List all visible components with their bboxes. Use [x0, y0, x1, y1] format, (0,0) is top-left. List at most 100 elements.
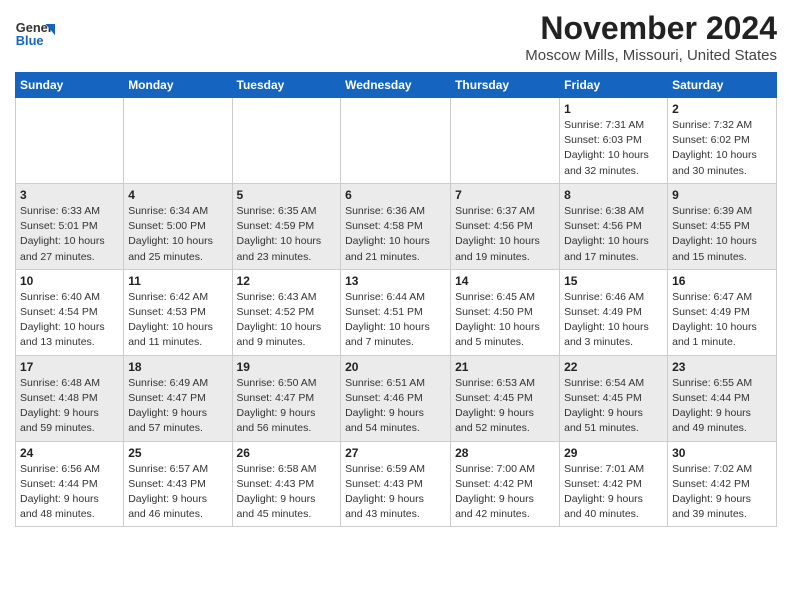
column-header-wednesday: Wednesday: [341, 73, 451, 98]
day-number: 26: [237, 446, 337, 460]
logo: General Blue: [15, 16, 55, 52]
day-number: 27: [345, 446, 446, 460]
calendar-cell: 19 Sunrise: 6:50 AMSunset: 4:47 PMDayligh…: [232, 355, 341, 441]
column-header-monday: Monday: [124, 73, 232, 98]
day-number: 12: [237, 274, 337, 288]
calendar-cell: 15 Sunrise: 6:46 AMSunset: 4:49 PMDayligh…: [560, 269, 668, 355]
calendar-cell: 30 Sunrise: 7:02 AMSunset: 4:42 PMDayligh…: [668, 441, 777, 527]
column-header-thursday: Thursday: [451, 73, 560, 98]
svg-text:Blue: Blue: [16, 33, 44, 48]
calendar-cell: 5 Sunrise: 6:35 AMSunset: 4:59 PMDaylight…: [232, 183, 341, 269]
day-info: Sunrise: 6:49 AMSunset: 4:47 PMDaylight:…: [128, 376, 227, 437]
day-number: 30: [672, 446, 772, 460]
calendar-cell: 11 Sunrise: 6:42 AMSunset: 4:53 PMDayligh…: [124, 269, 232, 355]
day-number: 15: [564, 274, 663, 288]
day-number: 28: [455, 446, 555, 460]
day-info: Sunrise: 6:55 AMSunset: 4:44 PMDaylight:…: [672, 376, 772, 437]
page-title: November 2024: [525, 10, 777, 47]
day-number: 11: [128, 274, 227, 288]
day-number: 21: [455, 360, 555, 374]
day-info: Sunrise: 6:50 AMSunset: 4:47 PMDaylight:…: [237, 376, 337, 437]
calendar-cell: [124, 98, 232, 184]
day-info: Sunrise: 6:59 AMSunset: 4:43 PMDaylight:…: [345, 462, 446, 523]
day-info: Sunrise: 6:37 AMSunset: 4:56 PMDaylight:…: [455, 204, 555, 265]
day-number: 23: [672, 360, 772, 374]
header-row: SundayMondayTuesdayWednesdayThursdayFrid…: [16, 73, 777, 98]
week-row-1: 1 Sunrise: 7:31 AMSunset: 6:03 PMDaylight…: [16, 98, 777, 184]
calendar-cell: [341, 98, 451, 184]
calendar-cell: 12 Sunrise: 6:43 AMSunset: 4:52 PMDayligh…: [232, 269, 341, 355]
column-header-friday: Friday: [560, 73, 668, 98]
day-info: Sunrise: 6:34 AMSunset: 5:00 PMDaylight:…: [128, 204, 227, 265]
day-info: Sunrise: 6:38 AMSunset: 4:56 PMDaylight:…: [564, 204, 663, 265]
day-number: 4: [128, 188, 227, 202]
calendar-cell: [16, 98, 124, 184]
calendar-cell: 6Sunrise: 6:36 AMSunset: 4:58 PMDaylight…: [341, 183, 451, 269]
day-info: Sunrise: 6:40 AMSunset: 4:54 PMDaylight:…: [20, 290, 119, 351]
day-number: 24: [20, 446, 119, 460]
column-header-tuesday: Tuesday: [232, 73, 341, 98]
calendar-cell: 25 Sunrise: 6:57 AMSunset: 4:43 PMDayligh…: [124, 441, 232, 527]
calendar-cell: 1 Sunrise: 7:31 AMSunset: 6:03 PMDaylight…: [560, 98, 668, 184]
calendar-cell: [451, 98, 560, 184]
day-info: Sunrise: 6:46 AMSunset: 4:49 PMDaylight:…: [564, 290, 663, 351]
calendar-cell: 29 Sunrise: 7:01 AMSunset: 4:42 PMDayligh…: [560, 441, 668, 527]
calendar-cell: 9 Sunrise: 6:39 AMSunset: 4:55 PMDaylight…: [668, 183, 777, 269]
calendar-body: 1 Sunrise: 7:31 AMSunset: 6:03 PMDaylight…: [16, 98, 777, 527]
title-block: November 2024 Moscow Mills, Missouri, Un…: [525, 10, 777, 64]
logo-icon: General Blue: [15, 16, 55, 52]
day-info: Sunrise: 6:47 AMSunset: 4:49 PMDaylight:…: [672, 290, 772, 351]
calendar-cell: 13Sunrise: 6:44 AMSunset: 4:51 PMDayligh…: [341, 269, 451, 355]
calendar-cell: 2 Sunrise: 7:32 AMSunset: 6:02 PMDaylight…: [668, 98, 777, 184]
week-row-2: 3 Sunrise: 6:33 AMSunset: 5:01 PMDaylight…: [16, 183, 777, 269]
day-info: Sunrise: 6:51 AMSunset: 4:46 PMDaylight:…: [345, 376, 446, 437]
calendar-cell: 20 Sunrise: 6:51 AMSunset: 4:46 PMDayligh…: [341, 355, 451, 441]
day-number: 20: [345, 360, 446, 374]
day-number: 3: [20, 188, 119, 202]
day-number: 7: [455, 188, 555, 202]
day-info: Sunrise: 6:35 AMSunset: 4:59 PMDaylight:…: [237, 204, 337, 265]
day-info: Sunrise: 7:31 AMSunset: 6:03 PMDaylight:…: [564, 118, 663, 179]
page-header: General Blue November 2024 Moscow Mills,…: [15, 10, 777, 64]
calendar-cell: 28 Sunrise: 7:00 AMSunset: 4:42 PMDayligh…: [451, 441, 560, 527]
day-info: Sunrise: 7:01 AMSunset: 4:42 PMDaylight:…: [564, 462, 663, 523]
calendar-header: SundayMondayTuesdayWednesdayThursdayFrid…: [16, 73, 777, 98]
day-number: 29: [564, 446, 663, 460]
day-info: Sunrise: 6:58 AMSunset: 4:43 PMDaylight:…: [237, 462, 337, 523]
calendar-cell: 8Sunrise: 6:38 AMSunset: 4:56 PMDaylight…: [560, 183, 668, 269]
calendar-table: SundayMondayTuesdayWednesdayThursdayFrid…: [15, 72, 777, 527]
day-info: Sunrise: 6:56 AMSunset: 4:44 PMDaylight:…: [20, 462, 119, 523]
day-number: 16: [672, 274, 772, 288]
day-info: Sunrise: 7:00 AMSunset: 4:42 PMDaylight:…: [455, 462, 555, 523]
day-number: 25: [128, 446, 227, 460]
calendar-cell: 10 Sunrise: 6:40 AMSunset: 4:54 PMDayligh…: [16, 269, 124, 355]
calendar-cell: 27 Sunrise: 6:59 AMSunset: 4:43 PMDayligh…: [341, 441, 451, 527]
day-info: Sunrise: 7:02 AMSunset: 4:42 PMDaylight:…: [672, 462, 772, 523]
day-number: 22: [564, 360, 663, 374]
day-info: Sunrise: 6:57 AMSunset: 4:43 PMDaylight:…: [128, 462, 227, 523]
day-info: Sunrise: 6:43 AMSunset: 4:52 PMDaylight:…: [237, 290, 337, 351]
day-number: 9: [672, 188, 772, 202]
day-number: 1: [564, 102, 663, 116]
day-number: 10: [20, 274, 119, 288]
day-info: Sunrise: 6:54 AMSunset: 4:45 PMDaylight:…: [564, 376, 663, 437]
week-row-3: 10 Sunrise: 6:40 AMSunset: 4:54 PMDayligh…: [16, 269, 777, 355]
calendar-cell: 26 Sunrise: 6:58 AMSunset: 4:43 PMDayligh…: [232, 441, 341, 527]
day-info: Sunrise: 6:39 AMSunset: 4:55 PMDaylight:…: [672, 204, 772, 265]
day-info: Sunrise: 6:53 AMSunset: 4:45 PMDaylight:…: [455, 376, 555, 437]
calendar-cell: 16 Sunrise: 6:47 AMSunset: 4:49 PMDayligh…: [668, 269, 777, 355]
day-number: 6: [345, 188, 446, 202]
column-header-saturday: Saturday: [668, 73, 777, 98]
day-info: Sunrise: 6:48 AMSunset: 4:48 PMDaylight:…: [20, 376, 119, 437]
day-info: Sunrise: 7:32 AMSunset: 6:02 PMDaylight:…: [672, 118, 772, 179]
day-info: Sunrise: 6:45 AMSunset: 4:50 PMDaylight:…: [455, 290, 555, 351]
day-number: 5: [237, 188, 337, 202]
day-info: Sunrise: 6:42 AMSunset: 4:53 PMDaylight:…: [128, 290, 227, 351]
day-number: 2: [672, 102, 772, 116]
day-number: 13: [345, 274, 446, 288]
calendar-cell: 7 Sunrise: 6:37 AMSunset: 4:56 PMDaylight…: [451, 183, 560, 269]
day-number: 19: [237, 360, 337, 374]
day-info: Sunrise: 6:33 AMSunset: 5:01 PMDaylight:…: [20, 204, 119, 265]
calendar-cell: [232, 98, 341, 184]
calendar-cell: 14Sunrise: 6:45 AMSunset: 4:50 PMDayligh…: [451, 269, 560, 355]
